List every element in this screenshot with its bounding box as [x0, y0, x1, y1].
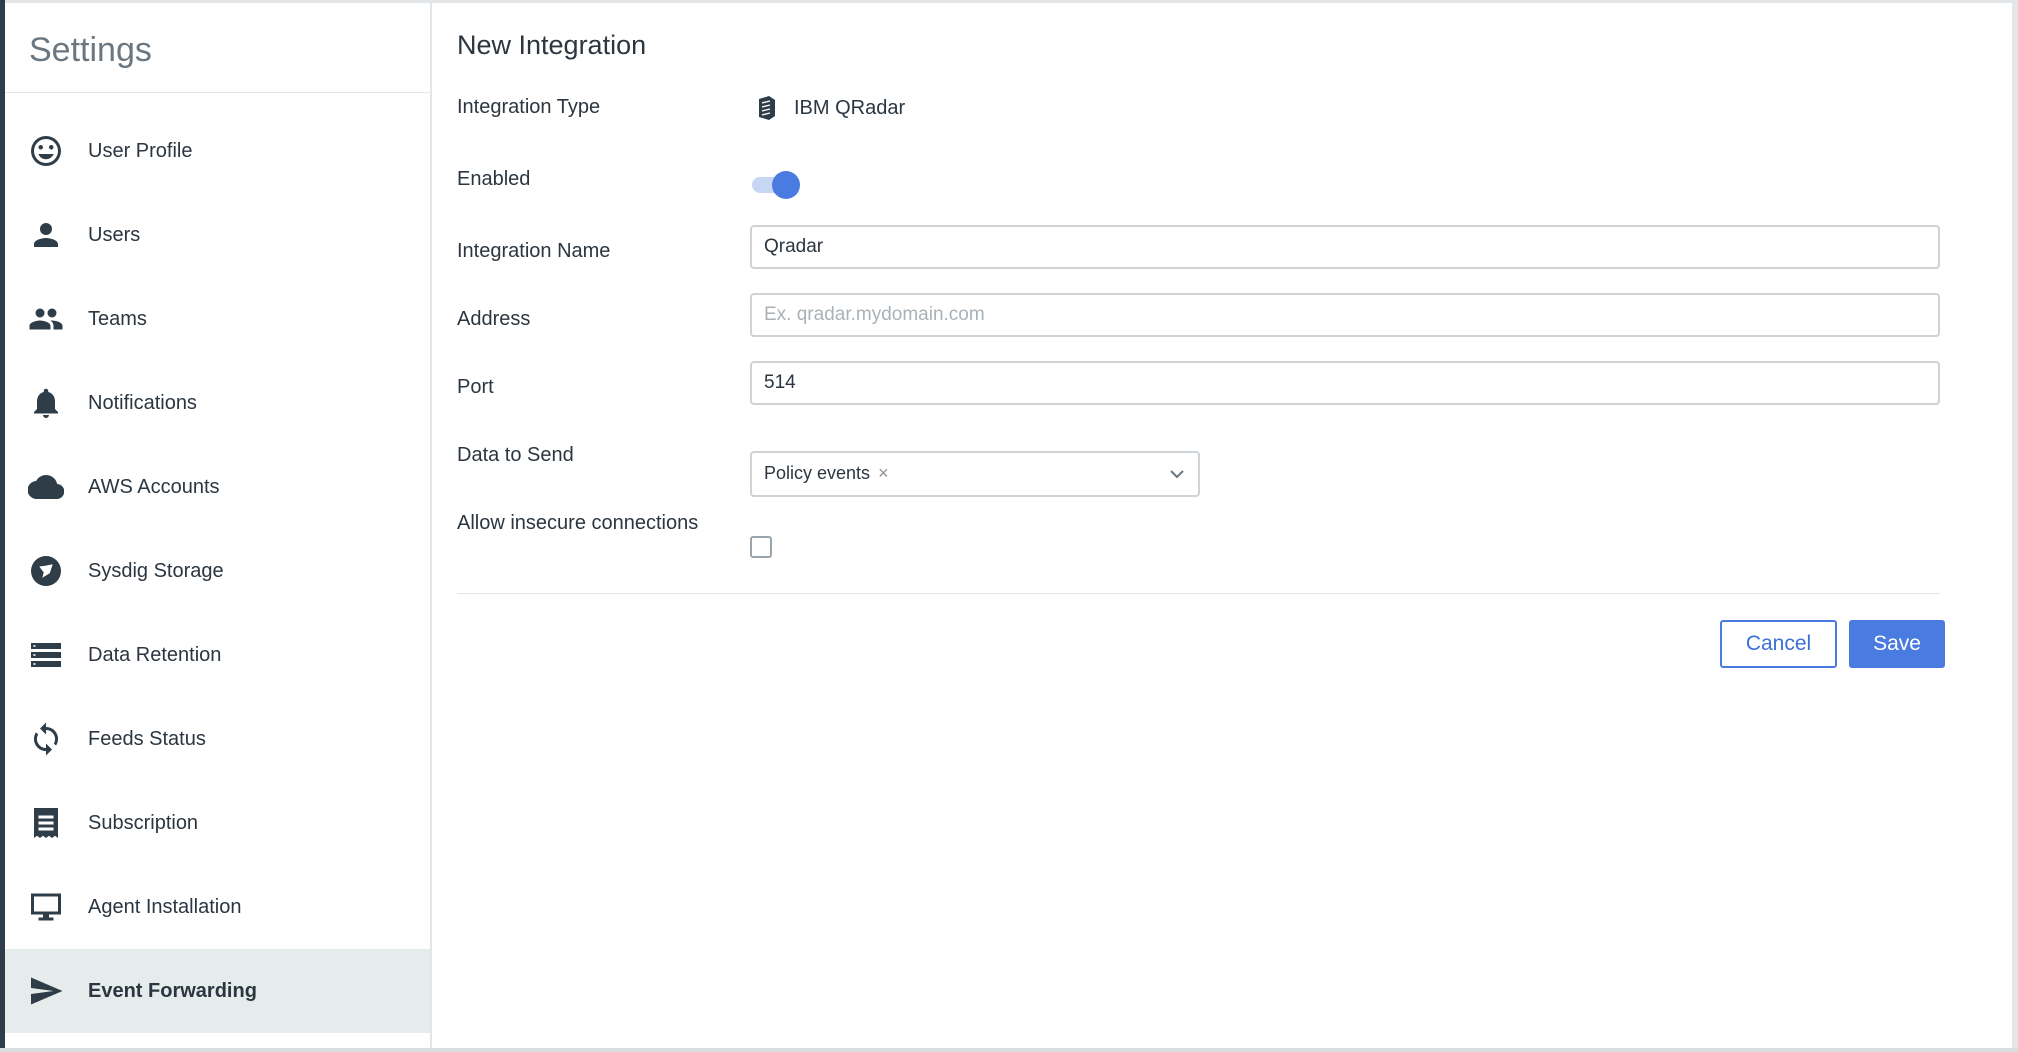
- sidebar-item-label: Teams: [88, 307, 147, 330]
- enabled-label: Enabled: [457, 168, 531, 190]
- integration-form: New Integration Integration Type IBM QRa…: [432, 3, 2012, 1048]
- sidebar-item-label: Users: [88, 223, 141, 246]
- sidebar-item-teams[interactable]: Teams: [5, 277, 430, 361]
- sidebar-item-users[interactable]: Users: [5, 193, 430, 277]
- selected-chip: Policy events ×: [764, 463, 889, 484]
- sidebar-item-subscription[interactable]: Subscription: [5, 781, 430, 865]
- sidebar-item-label: Data Retention: [88, 643, 222, 666]
- sidebar-divider: [5, 92, 430, 93]
- port-label: Port: [457, 376, 494, 398]
- chevron-down-icon: [1170, 470, 1184, 479]
- list-icon: [27, 636, 65, 674]
- sidebar-title: Settings: [29, 31, 152, 69]
- sidebar-item-event-forwarding[interactable]: Event Forwarding: [5, 949, 430, 1033]
- sidebar-item-notifications[interactable]: Notifications: [5, 361, 430, 445]
- sidebar-item-label: Agent Installation: [88, 895, 242, 918]
- sidebar-item-label: Sysdig Storage: [88, 559, 224, 582]
- address-input[interactable]: [750, 293, 1940, 337]
- allow-insecure-checkbox[interactable]: [750, 536, 772, 558]
- sidebar-item-data-retention[interactable]: Data Retention: [5, 613, 430, 697]
- integration-type-label: Integration Type: [457, 96, 601, 118]
- sidebar-item-label: Notifications: [88, 391, 197, 414]
- sidebar-item-label: User Profile: [88, 139, 193, 162]
- send-icon: [27, 972, 65, 1010]
- data-to-send-label: Data to Send: [457, 444, 574, 466]
- window-right-edge: [2012, 0, 2018, 1052]
- smiley-icon: [27, 132, 65, 170]
- integration-type-text: IBM QRadar: [794, 96, 906, 119]
- sidebar-item-label: Feeds Status: [88, 727, 206, 750]
- address-label: Address: [457, 308, 531, 330]
- sidebar-item-agent-installation[interactable]: Agent Installation: [5, 865, 430, 949]
- sidebar-item-feeds-status[interactable]: Feeds Status: [5, 697, 430, 781]
- port-input[interactable]: [750, 361, 1940, 405]
- sidebar-item-label: Subscription: [88, 811, 199, 834]
- sidebar-item-label: AWS Accounts: [88, 475, 220, 498]
- chip-label: Policy events: [764, 463, 871, 483]
- settings-sidebar: Settings User Profile Users Teams Notifi…: [5, 3, 432, 1048]
- qradar-icon: [759, 96, 775, 120]
- people-icon: [27, 300, 65, 338]
- integration-name-label: Integration Name: [457, 240, 611, 262]
- toggle-knob: [772, 171, 800, 199]
- page-title: New Integration: [457, 30, 647, 60]
- storage-icon: [27, 552, 65, 590]
- chip-remove-icon[interactable]: ×: [878, 463, 889, 484]
- enabled-toggle[interactable]: [750, 168, 802, 200]
- sidebar-item-label: Event Forwarding: [88, 979, 257, 1002]
- sidebar-item-aws-accounts[interactable]: AWS Accounts: [5, 445, 430, 529]
- save-button[interactable]: Save: [1849, 620, 1945, 668]
- data-to-send-select[interactable]: Policy events ×: [750, 451, 1200, 497]
- monitor-icon: [27, 888, 65, 926]
- cancel-button[interactable]: Cancel: [1720, 620, 1837, 668]
- integration-type-value: IBM QRadar: [756, 95, 905, 121]
- allow-insecure-label: Allow insecure connections: [457, 512, 699, 534]
- integration-name-input[interactable]: [750, 225, 1940, 269]
- form-divider: [457, 593, 1940, 594]
- window-bottom-border: [0, 1048, 2018, 1052]
- sync-icon: [27, 720, 65, 758]
- cloud-icon: [27, 468, 65, 506]
- settings-nav: User Profile Users Teams Notifications A…: [5, 109, 430, 1033]
- person-icon: [27, 216, 65, 254]
- bell-icon: [27, 384, 65, 422]
- sidebar-item-user-profile[interactable]: User Profile: [5, 109, 430, 193]
- sidebar-item-sysdig-storage[interactable]: Sysdig Storage: [5, 529, 430, 613]
- receipt-icon: [27, 804, 65, 842]
